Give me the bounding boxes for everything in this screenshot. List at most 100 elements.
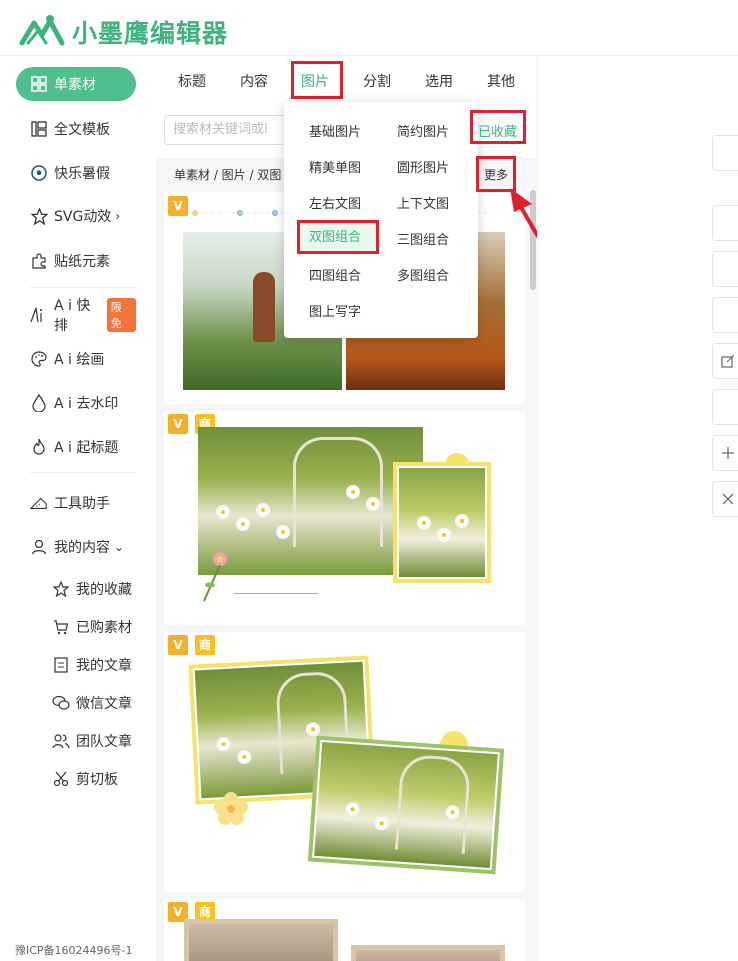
tab-select[interactable]: 选用: [417, 64, 461, 100]
sidebar-item-ai-title[interactable]: A i 起标题: [16, 430, 136, 464]
sidebar-item-tools[interactable]: 工具助手: [16, 486, 136, 520]
add-button[interactable]: [712, 435, 738, 471]
soccer-ball-icon: [30, 164, 48, 182]
flower-decoration: [214, 792, 248, 825]
right-tool-button[interactable]: [712, 135, 738, 171]
sidebar-item-purchased[interactable]: 已购素材: [16, 610, 136, 644]
edit-button[interactable]: [712, 343, 738, 379]
dropdown-item-top-bottom[interactable]: 上下文图: [397, 193, 449, 212]
right-tool-button[interactable]: [712, 251, 738, 287]
sidebar-item-my-favorites[interactable]: 我的收藏: [16, 572, 136, 606]
sidebar-item-label: A i 绘画: [54, 352, 105, 368]
sidebar-item-svg-effects[interactable]: SVG动效 ›: [16, 199, 136, 233]
flame-icon: [30, 438, 48, 456]
flower-decoration: [203, 552, 227, 602]
image-frame: [393, 462, 491, 583]
sidebar-item-label: 全文模板: [54, 122, 110, 138]
image-frame: [307, 735, 505, 875]
sidebar-item-label: 工具助手: [54, 496, 110, 512]
sidebar-item-full-template[interactable]: 全文模板: [16, 112, 136, 146]
sidebar-item-label: A i 去水印: [54, 396, 119, 412]
document-icon: [52, 656, 70, 674]
team-icon: [52, 732, 70, 750]
dropdown-item-multi-image[interactable]: 多图组合: [397, 265, 449, 284]
logo-text[interactable]: 小墨鹰编辑器: [72, 14, 228, 50]
right-tool-button[interactable]: [712, 297, 738, 333]
sidebar-divider: [30, 287, 136, 288]
close-icon: [722, 493, 733, 505]
sidebar-item-stickers[interactable]: 贴纸元素: [16, 244, 136, 278]
ruler-icon: [30, 494, 48, 512]
right-tool-button[interactable]: [712, 205, 738, 241]
app-root: 小墨鹰编辑器 单素材 全文模板 快乐暑假 SVG动效 › 贴纸元素 A i 快排…: [0, 0, 738, 961]
dropdown-item-text-on-image[interactable]: 图上写字: [309, 301, 361, 320]
sidebar-item-ai-typeset[interactable]: A i 快排 限免: [16, 298, 136, 334]
highlight-box-tab-image: [291, 61, 343, 99]
sidebar-item-label: 我的收藏: [76, 582, 132, 598]
tab-other[interactable]: 其他: [479, 64, 523, 100]
sepia-photo: [184, 919, 338, 961]
tab-divider[interactable]: 分割: [355, 64, 399, 100]
dropdown-item-left-right[interactable]: 左右文图: [309, 193, 361, 212]
dropdown-item-simple-image[interactable]: 简约图片: [397, 121, 449, 140]
sidebar-item-label: A i 快排: [54, 298, 91, 334]
dropdown-item-basic-image[interactable]: 基础图片: [309, 121, 361, 140]
editor-pane: [537, 56, 738, 961]
dropdown-item-fine-single[interactable]: 精美单图: [309, 157, 361, 176]
icp-license[interactable]: 豫ICP备16024496号-1: [15, 942, 133, 958]
divider-line: [234, 593, 318, 594]
sidebar-item-label: 单素材: [54, 77, 96, 93]
commercial-tag: 商: [195, 635, 215, 655]
sidebar-item-my-articles[interactable]: 我的文章: [16, 648, 136, 682]
material-card[interactable]: V 商: [164, 411, 525, 625]
sidebar-item-my-content[interactable]: 我的内容 ⌄: [16, 530, 136, 564]
template-icon: [30, 120, 48, 138]
sidebar-item-wechat-articles[interactable]: 微信文章: [16, 686, 136, 720]
dropdown-item-triple-image[interactable]: 三图组合: [397, 229, 449, 248]
sidebar-item-team-articles[interactable]: 团队文章: [16, 724, 136, 758]
chevron-down-icon: ⌄: [114, 540, 125, 554]
tab-content[interactable]: 内容: [232, 64, 276, 100]
sidebar-item-label: 剪切板: [76, 772, 118, 788]
sepia-photo: [351, 945, 505, 961]
sidebar-item-clipboard[interactable]: 剪切板: [16, 762, 136, 796]
puzzle-icon: [30, 252, 48, 270]
tab-title[interactable]: 标题: [170, 64, 214, 100]
highlight-box-favorites: [470, 110, 526, 144]
sidebar-item-ai-paint[interactable]: A i 绘画: [16, 342, 136, 376]
scissors-icon: [52, 770, 70, 788]
sidebar-divider: [30, 472, 136, 473]
dropdown-item-quad-image[interactable]: 四图组合: [309, 265, 361, 284]
star-icon: [30, 207, 48, 225]
plus-icon: [721, 447, 734, 459]
drop-icon: [30, 394, 48, 412]
right-tool-button[interactable]: [712, 389, 738, 425]
free-badge: 限免: [106, 298, 136, 332]
sidebar-item-summer[interactable]: 快乐暑假: [16, 156, 136, 190]
sidebar-item-single-material[interactable]: 单素材: [16, 67, 136, 101]
sidebar-item-label: 贴纸元素: [54, 254, 110, 270]
close-button[interactable]: [712, 481, 738, 517]
dropdown-item-round-image[interactable]: 圆形图片: [397, 157, 449, 176]
highlight-box-double-image: [297, 220, 379, 254]
sidebar-item-label: 已购素材: [76, 620, 132, 636]
eagle-logo-icon[interactable]: [18, 13, 66, 47]
sidebar-item-label: 团队文章: [76, 734, 132, 750]
star-outline-icon: [52, 580, 70, 598]
grid-icon: [30, 75, 48, 93]
user-icon: [30, 538, 48, 556]
vip-tag: V: [168, 635, 188, 655]
edit-icon: [720, 354, 734, 368]
vip-tag: V: [168, 196, 188, 216]
header: 小墨鹰编辑器: [0, 0, 738, 56]
sidebar-item-label: 微信文章: [76, 696, 132, 712]
material-card[interactable]: V 商: [164, 632, 525, 892]
sidebar-item-label: 我的内容: [54, 540, 110, 556]
sidebar-item-label: SVG动效: [54, 209, 112, 225]
cart-icon: [52, 618, 70, 636]
palette-icon: [30, 350, 48, 368]
breadcrumb: 单素材 / 图片 / 双图: [174, 168, 282, 182]
vip-tag: V: [168, 414, 188, 434]
sidebar-item-ai-watermark[interactable]: A i 去水印: [16, 386, 136, 420]
material-card[interactable]: V 商: [164, 899, 525, 961]
